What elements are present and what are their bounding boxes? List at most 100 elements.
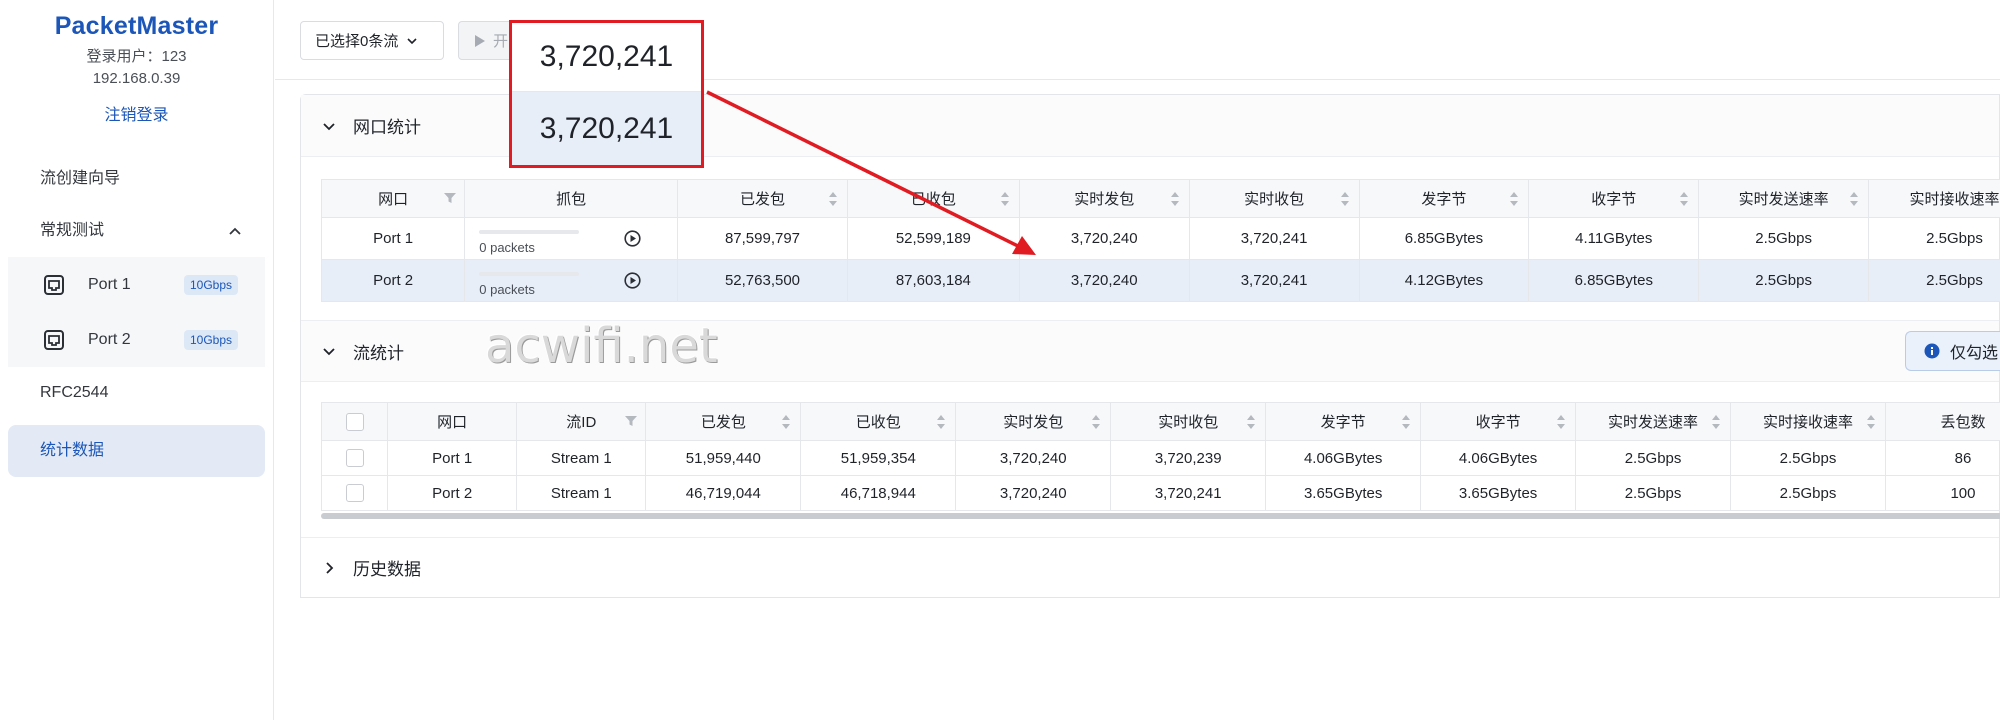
- capture-progress: [479, 272, 580, 276]
- sort-icon[interactable]: [782, 415, 791, 429]
- cell-tx-bytes: 4.12GBytes: [1358, 259, 1530, 302]
- select-all-cell[interactable]: [320, 402, 389, 441]
- sort-icon[interactable]: [1170, 192, 1179, 206]
- column-header[interactable]: 收字节: [1420, 402, 1577, 441]
- column-header[interactable]: 网口: [320, 179, 466, 218]
- cell-rt-tx: 3,720,240: [1018, 259, 1190, 302]
- row-select-cell[interactable]: [320, 440, 389, 476]
- column-header[interactable]: 实时发包: [955, 402, 1112, 441]
- select-all-checkbox[interactable]: [345, 412, 364, 431]
- column-header[interactable]: 实时接收速率: [1868, 179, 2000, 218]
- sort-icon[interactable]: [1340, 192, 1349, 206]
- sort-icon[interactable]: [1680, 192, 1689, 206]
- table-header-row: 网口 抓包 已发包 已收包 实时发包 实时收包 发字节 收字节 实时发送速率 实…: [320, 179, 2000, 218]
- column-header[interactable]: 发字节: [1265, 402, 1422, 441]
- sidebar-item-rfc2544[interactable]: RFC2544: [0, 367, 273, 419]
- sidebar-item-wizard[interactable]: 流创建向导: [0, 153, 273, 205]
- column-header[interactable]: 流ID: [516, 402, 647, 441]
- chevron-down-icon: [323, 348, 335, 356]
- sidebar-item-port-1[interactable]: Port 1 10Gbps: [8, 257, 265, 312]
- sort-icon[interactable]: [1712, 415, 1721, 429]
- panel-title: 网口统计: [353, 118, 421, 137]
- filter-icon[interactable]: [625, 415, 638, 427]
- column-header[interactable]: 已收包: [846, 179, 1020, 218]
- column-header[interactable]: 发字节: [1358, 179, 1530, 218]
- sidebar-item-port-2[interactable]: Port 2 10Gbps: [8, 312, 265, 367]
- sidebar-nav: 流创建向导 常规测试 Port 1 10Gbps Port 2 10Gbps R…: [0, 153, 273, 477]
- column-header[interactable]: 实时接收速率: [1730, 402, 1886, 441]
- table-row[interactable]: Port 1 Stream 1 51,959,440 51,959,354 3,…: [320, 440, 2000, 476]
- watermark-text: acwifi.net: [485, 318, 718, 374]
- sort-icon[interactable]: [1402, 415, 1411, 429]
- zoom-callout: 3,720,241 3,720,241: [509, 20, 704, 168]
- sort-icon[interactable]: [1557, 415, 1566, 429]
- cell-rt-rx: 3,720,239: [1110, 440, 1267, 476]
- zoom-value-bottom: 3,720,241: [512, 92, 701, 165]
- column-header[interactable]: 实时发送速率: [1698, 179, 1870, 218]
- cell-rt-tx: 3,720,240: [955, 440, 1112, 476]
- sort-icon[interactable]: [1850, 192, 1859, 206]
- table-row[interactable]: Port 2 Stream 1 46,719,044 46,718,944 3,…: [320, 475, 2000, 511]
- sort-icon[interactable]: [1092, 415, 1101, 429]
- column-header[interactable]: 实时收包: [1110, 402, 1267, 441]
- cell-lost: 100: [1884, 475, 2000, 511]
- cell-rt-rx: 3,720,241: [1188, 259, 1360, 302]
- sort-icon[interactable]: [1510, 192, 1519, 206]
- cell-rt-tx: 3,720,240: [1018, 217, 1190, 260]
- ethernet-port-icon: [44, 274, 64, 295]
- sidebar-item-label: 常规测试: [40, 222, 105, 239]
- column-header[interactable]: 实时收包: [1188, 179, 1360, 218]
- sidebar-item-statistics[interactable]: 统计数据: [8, 425, 265, 477]
- sort-icon[interactable]: [828, 192, 837, 206]
- cell-rx: 52,599,189: [846, 217, 1020, 260]
- stream-stats-table: 网口 流ID 已发包 已收包 实时发包 实时收包 发字节 收字节 实时发送速率 …: [320, 402, 2000, 511]
- cell-port: Port 2: [387, 475, 518, 511]
- play-icon: [475, 34, 485, 47]
- cell-tx-rate: 2.5Gbps: [1698, 259, 1870, 302]
- table-row[interactable]: Port 1 0 packets 87,599,797 52,599,189 3…: [320, 217, 2000, 260]
- cell-rx-bytes: 4.11GBytes: [1528, 217, 1700, 260]
- history-header[interactable]: 历史数据: [301, 537, 1999, 597]
- only-selected-button[interactable]: 仅勾选: [1905, 331, 2000, 371]
- cell-rx-rate: 2.5Gbps: [1730, 440, 1886, 476]
- column-header: 丢包数: [1884, 402, 2000, 441]
- table-header-row: 网口 流ID 已发包 已收包 实时发包 实时收包 发字节 收字节 实时发送速率 …: [320, 402, 2000, 441]
- sort-icon[interactable]: [1000, 192, 1009, 206]
- sort-icon[interactable]: [1866, 415, 1875, 429]
- user-info: 登录用户：123 192.168.0.39: [0, 46, 273, 90]
- column-header: 网口: [387, 402, 518, 441]
- stream-select-dropdown[interactable]: 已选择0条流: [300, 21, 444, 60]
- port-list: Port 1 10Gbps Port 2 10Gbps: [8, 257, 265, 367]
- table-row[interactable]: Port 2 0 packets 52,763,500 87,603,184 3…: [320, 259, 2000, 302]
- play-circle-icon[interactable]: [624, 272, 641, 289]
- cell-tx-bytes: 4.06GBytes: [1265, 440, 1422, 476]
- port-label: Port 1: [88, 275, 131, 293]
- column-header[interactable]: 实时发包: [1018, 179, 1190, 218]
- column-header[interactable]: 已发包: [645, 402, 802, 441]
- logout-link[interactable]: 注销登录: [0, 101, 273, 125]
- cell-rt-rx: 3,720,241: [1188, 217, 1360, 260]
- cell-rx-rate: 2.5Gbps: [1730, 475, 1886, 511]
- cell-capture: 0 packets: [464, 259, 679, 302]
- select-label: 已选择0条流: [315, 33, 399, 50]
- cell-rx-bytes: 6.85GBytes: [1528, 259, 1700, 302]
- row-checkbox[interactable]: [345, 449, 364, 468]
- capture-progress: [479, 230, 580, 234]
- column-header[interactable]: 收字节: [1528, 179, 1700, 218]
- filter-icon[interactable]: [444, 192, 457, 204]
- cell-tx-bytes: 6.85GBytes: [1358, 217, 1530, 260]
- cell-rx-rate: 2.5Gbps: [1868, 259, 2000, 302]
- column-header[interactable]: 实时发送速率: [1575, 402, 1732, 441]
- column-header[interactable]: 已收包: [800, 402, 957, 441]
- row-select-cell[interactable]: [320, 475, 389, 511]
- sort-icon[interactable]: [937, 415, 946, 429]
- row-checkbox[interactable]: [345, 484, 364, 503]
- sort-icon[interactable]: [1247, 415, 1256, 429]
- sidebar-item-regular-test[interactable]: 常规测试: [0, 205, 273, 257]
- stream-stats-body: 网口 流ID 已发包 已收包 实时发包 实时收包 发字节 收字节 实时发送速率 …: [301, 382, 2000, 537]
- column-header[interactable]: 已发包: [677, 179, 848, 218]
- user-ip: 192.168.0.39: [92, 70, 181, 87]
- info-icon: [1924, 343, 1940, 359]
- play-circle-icon[interactable]: [624, 230, 641, 247]
- horizontal-scrollbar[interactable]: [321, 513, 2000, 519]
